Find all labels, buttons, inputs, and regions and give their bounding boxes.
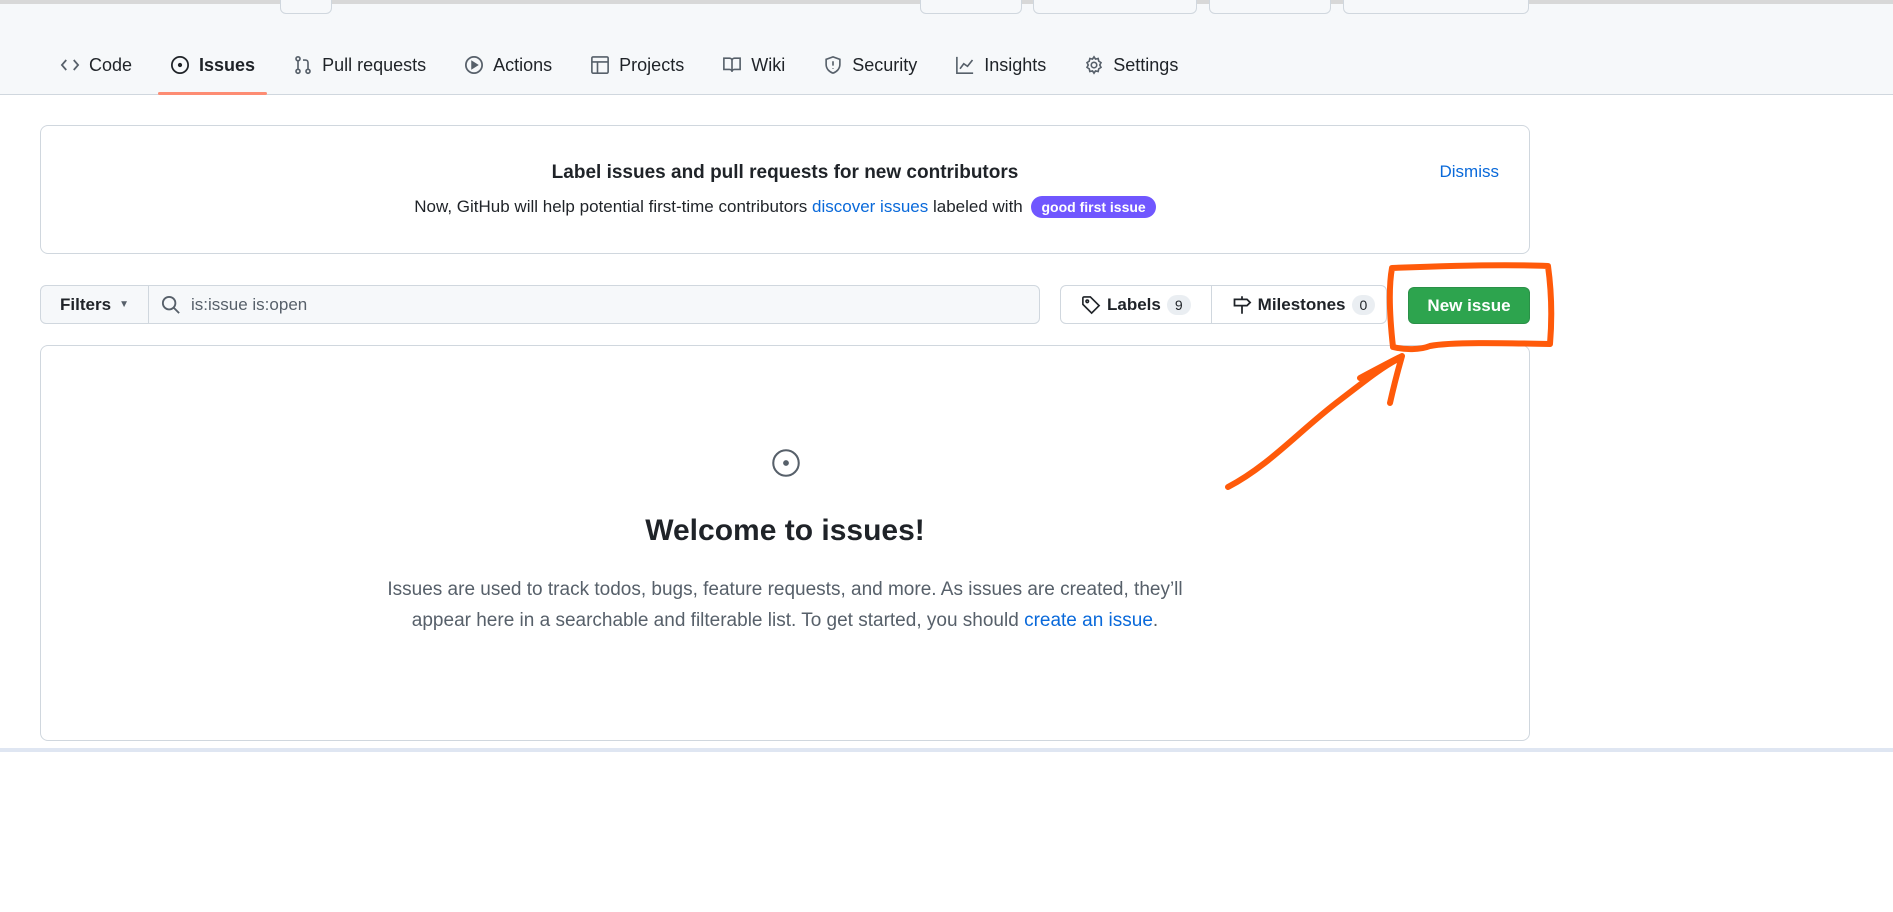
issues-blankslate: Welcome to issues! Issues are used to tr… — [40, 345, 1530, 741]
tab-label: Settings — [1113, 54, 1179, 75]
labels-count: 9 — [1166, 294, 1191, 315]
star-button[interactable] — [1343, 0, 1529, 14]
tab-label: Pull requests — [322, 54, 427, 75]
tab-wiki[interactable]: Wiki — [710, 48, 797, 82]
pin-button[interactable] — [920, 0, 1022, 14]
tag-icon — [1082, 295, 1101, 314]
tab-pull-requests[interactable]: Pull requests — [281, 48, 438, 82]
issue-search-input[interactable] — [191, 294, 991, 315]
tab-settings[interactable]: Settings — [1072, 48, 1190, 82]
new-contributors-banner: Label issues and pull requests for new c… — [40, 125, 1530, 254]
book-icon — [723, 57, 742, 73]
shield-icon — [825, 56, 841, 74]
filters-label: Filters — [60, 294, 112, 314]
tab-insights[interactable]: Insights — [943, 48, 1058, 82]
code-icon — [60, 59, 80, 71]
repo-nav: Code Issues Pull requests Actions Projec… — [48, 48, 1204, 95]
good-first-issue-label[interactable]: good first issue — [1031, 196, 1156, 218]
milestone-icon — [1233, 295, 1252, 314]
play-icon — [465, 56, 484, 74]
milestones-count: 0 — [1351, 294, 1376, 315]
filters-button[interactable]: Filters ▼ — [40, 285, 149, 324]
dismiss-button[interactable]: Dismiss — [1440, 162, 1500, 182]
tab-label: Projects — [619, 54, 685, 75]
tab-code[interactable]: Code — [48, 48, 144, 82]
description-punct: . — [1152, 610, 1159, 631]
browser-edge — [0, 748, 1893, 752]
tab-projects[interactable]: Projects — [578, 48, 696, 82]
banner-title: Label issues and pull requests for new c… — [551, 162, 1019, 183]
search-icon — [161, 295, 180, 314]
create-issue-link[interactable]: create an issue — [1024, 610, 1153, 631]
table-icon — [591, 56, 610, 74]
tab-issues[interactable]: Issues — [158, 48, 268, 95]
banner-text-part: labeled with — [928, 197, 1028, 216]
tab-label: Insights — [984, 54, 1047, 75]
issue-opened-icon — [772, 449, 800, 477]
fork-button[interactable] — [1209, 0, 1331, 14]
labels-label: Labels — [1107, 294, 1161, 314]
description-line: appear here in a searchable and filterab… — [411, 610, 1025, 631]
milestones-label: Milestones — [1257, 294, 1346, 314]
tab-label: Code — [89, 54, 133, 75]
search-box[interactable] — [148, 285, 1040, 324]
watch-button[interactable] — [1033, 0, 1197, 14]
banner-text: Now, GitHub will help potential first-ti… — [41, 196, 1529, 218]
milestones-button[interactable]: Milestones 0 — [1210, 286, 1396, 323]
caret-down-icon: ▼ — [119, 299, 129, 310]
blankslate-title: Welcome to issues! — [645, 514, 925, 547]
tab-label: Wiki — [751, 54, 786, 75]
graph-icon — [956, 56, 974, 74]
tab-label: Issues — [199, 54, 256, 75]
tab-actions[interactable]: Actions — [452, 48, 564, 82]
labels-button[interactable]: Labels 9 — [1061, 286, 1211, 323]
discover-issues-link[interactable]: discover issues — [812, 197, 928, 216]
tab-label: Security — [852, 54, 918, 75]
gear-icon — [1086, 55, 1103, 75]
new-issue-button[interactable]: New issue — [1408, 287, 1530, 324]
repo-header: Code Issues Pull requests Actions Projec… — [0, 0, 1893, 95]
description-line: Issues are used to track todos, bugs, fe… — [387, 579, 1183, 600]
issue-opened-icon — [171, 56, 190, 74]
banner-text-part: Now, GitHub will help potential first-ti… — [414, 197, 813, 216]
git-pull-request-icon — [295, 55, 311, 75]
tab-security[interactable]: Security — [811, 48, 929, 82]
labels-milestones-group: Labels 9 Milestones 0 — [1060, 285, 1387, 324]
blankslate-description: Issues are used to track todos, bugs, fe… — [41, 574, 1529, 636]
tab-label: Actions — [493, 54, 553, 75]
visibility-badge — [280, 0, 332, 14]
